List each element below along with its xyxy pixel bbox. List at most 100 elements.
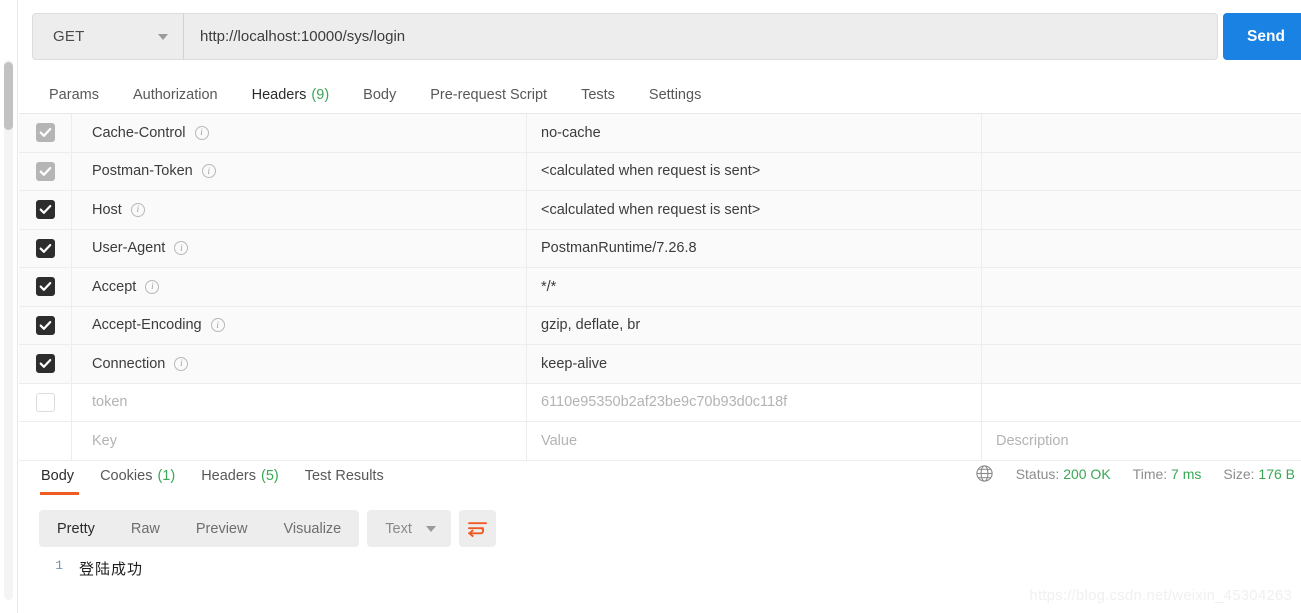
header-key-text: token [92, 394, 128, 411]
size-label: Size: [1223, 465, 1255, 482]
header-value-cell[interactable]: PostmanRuntime/7.26.8 [527, 229, 982, 267]
info-icon[interactable]: i [145, 279, 160, 294]
request-tabs: Params Authorization Headers (9) Body Pre-req… [32, 78, 718, 117]
request-tab-label: Body [363, 87, 397, 103]
header-description-cell[interactable] [982, 191, 1301, 229]
chevron-down-icon [158, 33, 168, 40]
checkbox-checked-icon[interactable] [35, 123, 55, 143]
request-tab-tests[interactable]: Tests [564, 78, 632, 112]
info-icon[interactable]: i [174, 356, 189, 371]
header-key-cell[interactable]: Host i [72, 191, 527, 229]
header-key-cell[interactable]: User-Agent i [72, 229, 527, 267]
time-label: Time: [1132, 465, 1168, 482]
info-icon[interactable]: i [194, 125, 209, 140]
header-description-cell[interactable] [982, 345, 1301, 383]
response-tab-label: Cookies [100, 468, 153, 484]
scrollbar-thumb[interactable] [4, 62, 13, 130]
header-description-cell[interactable] [982, 384, 1301, 422]
header-description-input[interactable]: Description [982, 422, 1301, 460]
status-code[interactable]: Status: 200 OK [1016, 466, 1111, 482]
scrollbar-track[interactable] [4, 60, 13, 600]
info-icon[interactable]: i [174, 241, 189, 256]
request-response-panel: GET http://localhost:10000/sys/login Sen… [19, 0, 1301, 613]
header-value-cell[interactable]: no-cache [527, 114, 982, 152]
checkbox-checked-icon[interactable] [35, 238, 55, 258]
checkbox-checked-icon[interactable] [35, 315, 55, 335]
header-value-input[interactable]: Value [527, 422, 982, 460]
checkbox-unchecked-icon[interactable] [35, 392, 55, 412]
header-key-cell[interactable]: Accept-Encoding i [72, 306, 527, 344]
send-button[interactable]: Send [1223, 13, 1301, 60]
info-icon[interactable]: i [201, 164, 216, 179]
header-description-cell[interactable] [982, 230, 1301, 268]
response-format-label: Text [385, 520, 412, 537]
view-mode-group: Pretty Raw Preview Visualize [39, 510, 360, 547]
info-icon[interactable]: i [210, 318, 225, 333]
header-enable-cell [19, 306, 72, 344]
header-description-cell[interactable] [982, 307, 1301, 345]
header-value-cell[interactable]: */* [527, 268, 982, 306]
header-key-text: Postman-Token [92, 163, 193, 180]
response-tab-test-results[interactable]: Test Results [292, 461, 397, 491]
header-key-text: User-Agent [92, 240, 166, 257]
info-icon[interactable]: i [130, 202, 145, 217]
header-key-cell[interactable]: Connection i [72, 345, 527, 383]
response-format-select[interactable]: Text [367, 510, 451, 547]
header-description-cell[interactable] [982, 114, 1301, 152]
header-value-cell[interactable]: <calculated when request is sent> [527, 191, 982, 229]
request-tab-body[interactable]: Body [346, 78, 413, 112]
header-key-cell[interactable]: Postman-Token i [72, 152, 527, 190]
header-key-text: Host [92, 201, 122, 218]
header-value-cell[interactable]: keep-alive [527, 345, 982, 383]
view-mode-pretty[interactable]: Pretty [39, 510, 113, 547]
request-tab-authorization[interactable]: Authorization [116, 78, 235, 112]
header-new-row: Key Value Description [19, 422, 1301, 461]
header-description-cell[interactable] [982, 153, 1301, 191]
header-key-input[interactable]: Key [72, 422, 527, 460]
view-mode-visualize[interactable]: Visualize [265, 510, 359, 547]
url-input[interactable]: http://localhost:10000/sys/login [183, 13, 1218, 60]
header-enable-cell [19, 229, 72, 267]
size-value: 176 B [1258, 465, 1295, 482]
response-time[interactable]: Time: 7 ms [1133, 466, 1202, 482]
view-mode-raw[interactable]: Raw [113, 510, 178, 547]
request-tab-label: Tests [581, 87, 615, 103]
status-label: Status: [1015, 465, 1060, 482]
header-row: Accept-Encoding i gzip, deflate, br [19, 306, 1301, 345]
response-tab-label: Headers [201, 468, 256, 484]
header-enable-cell [19, 114, 72, 152]
request-tab-label: Authorization [132, 87, 218, 103]
response-tab-headers[interactable]: Headers (5) [188, 461, 292, 491]
request-tab-label: Pre-request Script [430, 87, 548, 103]
response-tabs: Body Cookies (1) Headers (5) Test Results [32, 461, 397, 495]
response-tab-cookies[interactable]: Cookies (1) [87, 461, 188, 491]
header-value-cell[interactable]: 6110e95350b2af23be9c70b93d0c118f [527, 383, 982, 421]
header-key-cell[interactable]: Accept i [72, 268, 527, 306]
header-enable-cell [19, 422, 72, 460]
http-method-select[interactable]: GET [32, 13, 183, 60]
header-enable-cell [19, 345, 72, 383]
header-description-cell[interactable] [982, 268, 1301, 306]
request-tab-headers[interactable]: Headers (9) [235, 78, 347, 117]
response-size[interactable]: Size: 176 B [1223, 466, 1295, 482]
request-tab-settings[interactable]: Settings [632, 78, 718, 112]
app-sidebar-rail [0, 0, 18, 613]
checkbox-checked-icon[interactable] [35, 161, 55, 181]
header-row: token 6110e95350b2af23be9c70b93d0c118f [19, 383, 1301, 422]
header-key-cell[interactable]: token [72, 383, 527, 421]
watermark: https://blog.csdn.net/weixin_45304263 [1029, 587, 1292, 604]
header-value-cell[interactable]: gzip, deflate, br [527, 306, 982, 344]
request-tab-params[interactable]: Params [32, 78, 116, 112]
word-wrap-button[interactable] [458, 510, 496, 547]
checkbox-checked-icon[interactable] [35, 354, 55, 374]
header-key-cell[interactable]: Cache-Control i [72, 114, 527, 152]
globe-icon [976, 465, 993, 482]
header-value-cell[interactable]: <calculated when request is sent> [527, 152, 982, 190]
view-mode-preview[interactable]: Preview [178, 510, 266, 547]
response-body[interactable]: 1 登陆成功 [39, 558, 1301, 613]
checkbox-checked-icon[interactable] [35, 200, 55, 220]
code-line: 1 登陆成功 [39, 558, 1301, 580]
request-tab-pre-request-script[interactable]: Pre-request Script [413, 78, 564, 112]
checkbox-checked-icon[interactable] [35, 277, 55, 297]
response-tab-body[interactable]: Body [32, 461, 87, 495]
